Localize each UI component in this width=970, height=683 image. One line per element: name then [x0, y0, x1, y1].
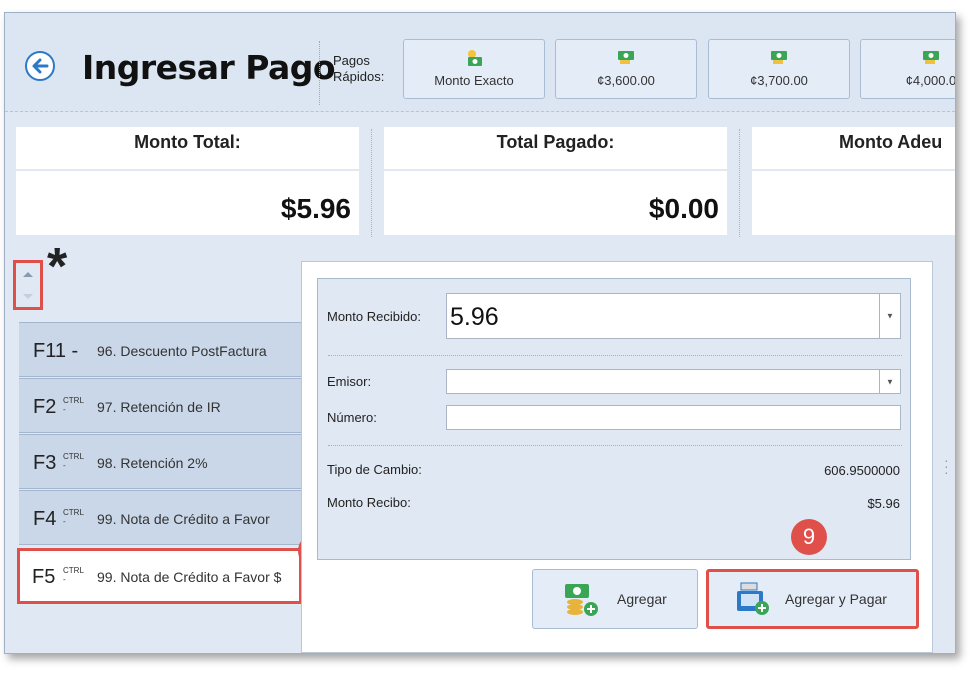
number-input[interactable]: [446, 405, 901, 430]
cash-icon: [616, 49, 636, 72]
divider: [328, 445, 902, 446]
payment-form-panel: Monto Recibido: 5.96 ▼ Emisor: ▼ Número:…: [301, 261, 933, 653]
ctrl-dash: -: [63, 461, 66, 470]
function-key: F4: [33, 508, 57, 530]
issuer-select[interactable]: ▼: [446, 369, 901, 394]
exchange-rate-value: 606.9500000: [824, 463, 900, 478]
quick-label-line2: Rápidos:: [333, 69, 385, 84]
payment-method-label: 97. Retención de IR: [97, 399, 221, 415]
total-paid-card: Total Pagado: $0.00: [384, 127, 727, 235]
amount-received-label: Monto Recibido:: [327, 309, 421, 324]
ctrl-text: CTRL: [63, 508, 84, 517]
ctrl-dash: -: [63, 405, 66, 414]
divider: [319, 41, 320, 105]
total-amount-value: $5.96: [280, 193, 351, 224]
amount-received-input[interactable]: 5.96 ▼: [446, 293, 901, 339]
annotation-asterisk: *: [47, 238, 68, 296]
quick-payments-label: Pagos Rápidos:: [333, 53, 384, 85]
function-key: F5: [32, 566, 56, 588]
total-amount-label: Monto Total:: [16, 127, 359, 171]
issuer-dropdown[interactable]: ▼: [879, 370, 900, 393]
total-paid-label: Total Pagado:: [384, 127, 727, 171]
payment-method-label: 98. Retención 2%: [97, 455, 208, 471]
total-paid-value: $0.00: [648, 193, 719, 224]
quick-pay-4000-button[interactable]: ¢4,000.0: [860, 39, 956, 99]
payment-method-item-selected[interactable]: F5 CTRL - 99. Nota de Crédito a Favor $: [17, 548, 302, 604]
function-key: F3: [33, 452, 57, 474]
add-and-pay-button[interactable]: Agregar y Pagar: [706, 569, 919, 629]
ctrl-text: CTRL: [63, 396, 84, 405]
page-title: Ingresar Pago: [82, 48, 336, 87]
ctrl-modifier: CTRL -: [63, 566, 84, 584]
amount-received-value: 5.96: [450, 303, 499, 331]
quick-pay-exact-button[interactable]: Monto Exacto: [403, 39, 545, 99]
payment-method-label: 99. Nota de Crédito a Favor: [97, 511, 270, 527]
total-amount-card: Monto Total: $5.96: [16, 127, 359, 235]
fkey-dash: -: [71, 340, 79, 362]
ctrl-dash: -: [63, 517, 66, 526]
payment-method-label: 96. Descuento PostFactura: [97, 343, 267, 359]
chevron-down-icon: ▼: [886, 311, 894, 321]
ctrl-text: CTRL: [63, 566, 84, 575]
cash-icon: [769, 49, 789, 72]
ctrl-modifier: CTRL -: [63, 396, 84, 414]
quick-pay-label: ¢4,000.0: [905, 73, 956, 88]
divider: [739, 129, 740, 237]
quick-pay-3600-button[interactable]: ¢3,600.00: [555, 39, 697, 99]
back-arrow-icon[interactable]: [25, 51, 55, 81]
add-and-pay-label: Agregar y Pagar: [785, 591, 887, 607]
divider: [371, 129, 372, 237]
quick-label-line1: Pagos: [333, 53, 370, 68]
scroll-down-icon: [23, 294, 33, 299]
amount-due-card: Monto Adeu: [752, 127, 955, 235]
exact-amount-icon: [464, 49, 484, 72]
quick-pay-label: ¢3,600.00: [597, 73, 655, 88]
splitter-handle-icon[interactable]: · · ·: [944, 453, 949, 479]
quick-pay-label: ¢3,700.00: [750, 73, 808, 88]
add-button-label: Agregar: [617, 591, 667, 607]
add-button[interactable]: Agregar: [532, 569, 698, 629]
payment-form: Monto Recibido: 5.96 ▼ Emisor: ▼ Número:…: [317, 278, 911, 560]
payment-method-item[interactable]: F11 - 96. Descuento PostFactura: [19, 322, 301, 377]
quick-pay-label: Monto Exacto: [434, 73, 514, 88]
scroll-up-icon: [23, 272, 33, 277]
payment-method-label: 99. Nota de Crédito a Favor $: [97, 569, 282, 585]
cash-register-icon: [735, 581, 771, 622]
add-money-icon: [563, 582, 601, 623]
receipt-amount-label: Monto Recibo:: [327, 495, 411, 510]
chevron-down-icon: ▼: [886, 377, 894, 386]
payment-window: Ingresar Pago Pagos Rápidos: Monto Exact…: [4, 12, 956, 654]
ctrl-text: CTRL: [63, 452, 84, 461]
number-label: Número:: [327, 410, 377, 425]
payment-method-item[interactable]: F2 CTRL - 97. Retención de IR: [19, 378, 301, 433]
issuer-label: Emisor:: [327, 374, 372, 389]
ctrl-dash: -: [63, 575, 66, 584]
amount-received-dropdown[interactable]: ▼: [879, 294, 900, 338]
cash-icon: [921, 49, 941, 72]
amount-due-label: Monto Adeu: [752, 127, 955, 171]
quick-pay-3700-button[interactable]: ¢3,700.00: [708, 39, 850, 99]
ctrl-modifier: CTRL -: [63, 452, 84, 470]
divider: [328, 355, 902, 356]
ctrl-modifier: CTRL -: [63, 508, 84, 526]
scroll-control[interactable]: [13, 260, 43, 310]
header: Ingresar Pago Pagos Rápidos: Monto Exact…: [5, 13, 955, 112]
function-key: F2: [33, 396, 57, 418]
function-key: F11 -: [33, 340, 78, 363]
annotation-badge-9: 9: [791, 519, 827, 555]
payment-method-item[interactable]: F4 CTRL - 99. Nota de Crédito a Favor: [19, 490, 301, 545]
receipt-amount-value: $5.96: [867, 496, 900, 511]
fkey-label: F11: [33, 340, 66, 362]
payment-method-item[interactable]: F3 CTRL - 98. Retención 2%: [19, 434, 301, 489]
exchange-rate-label: Tipo de Cambio:: [327, 462, 422, 477]
